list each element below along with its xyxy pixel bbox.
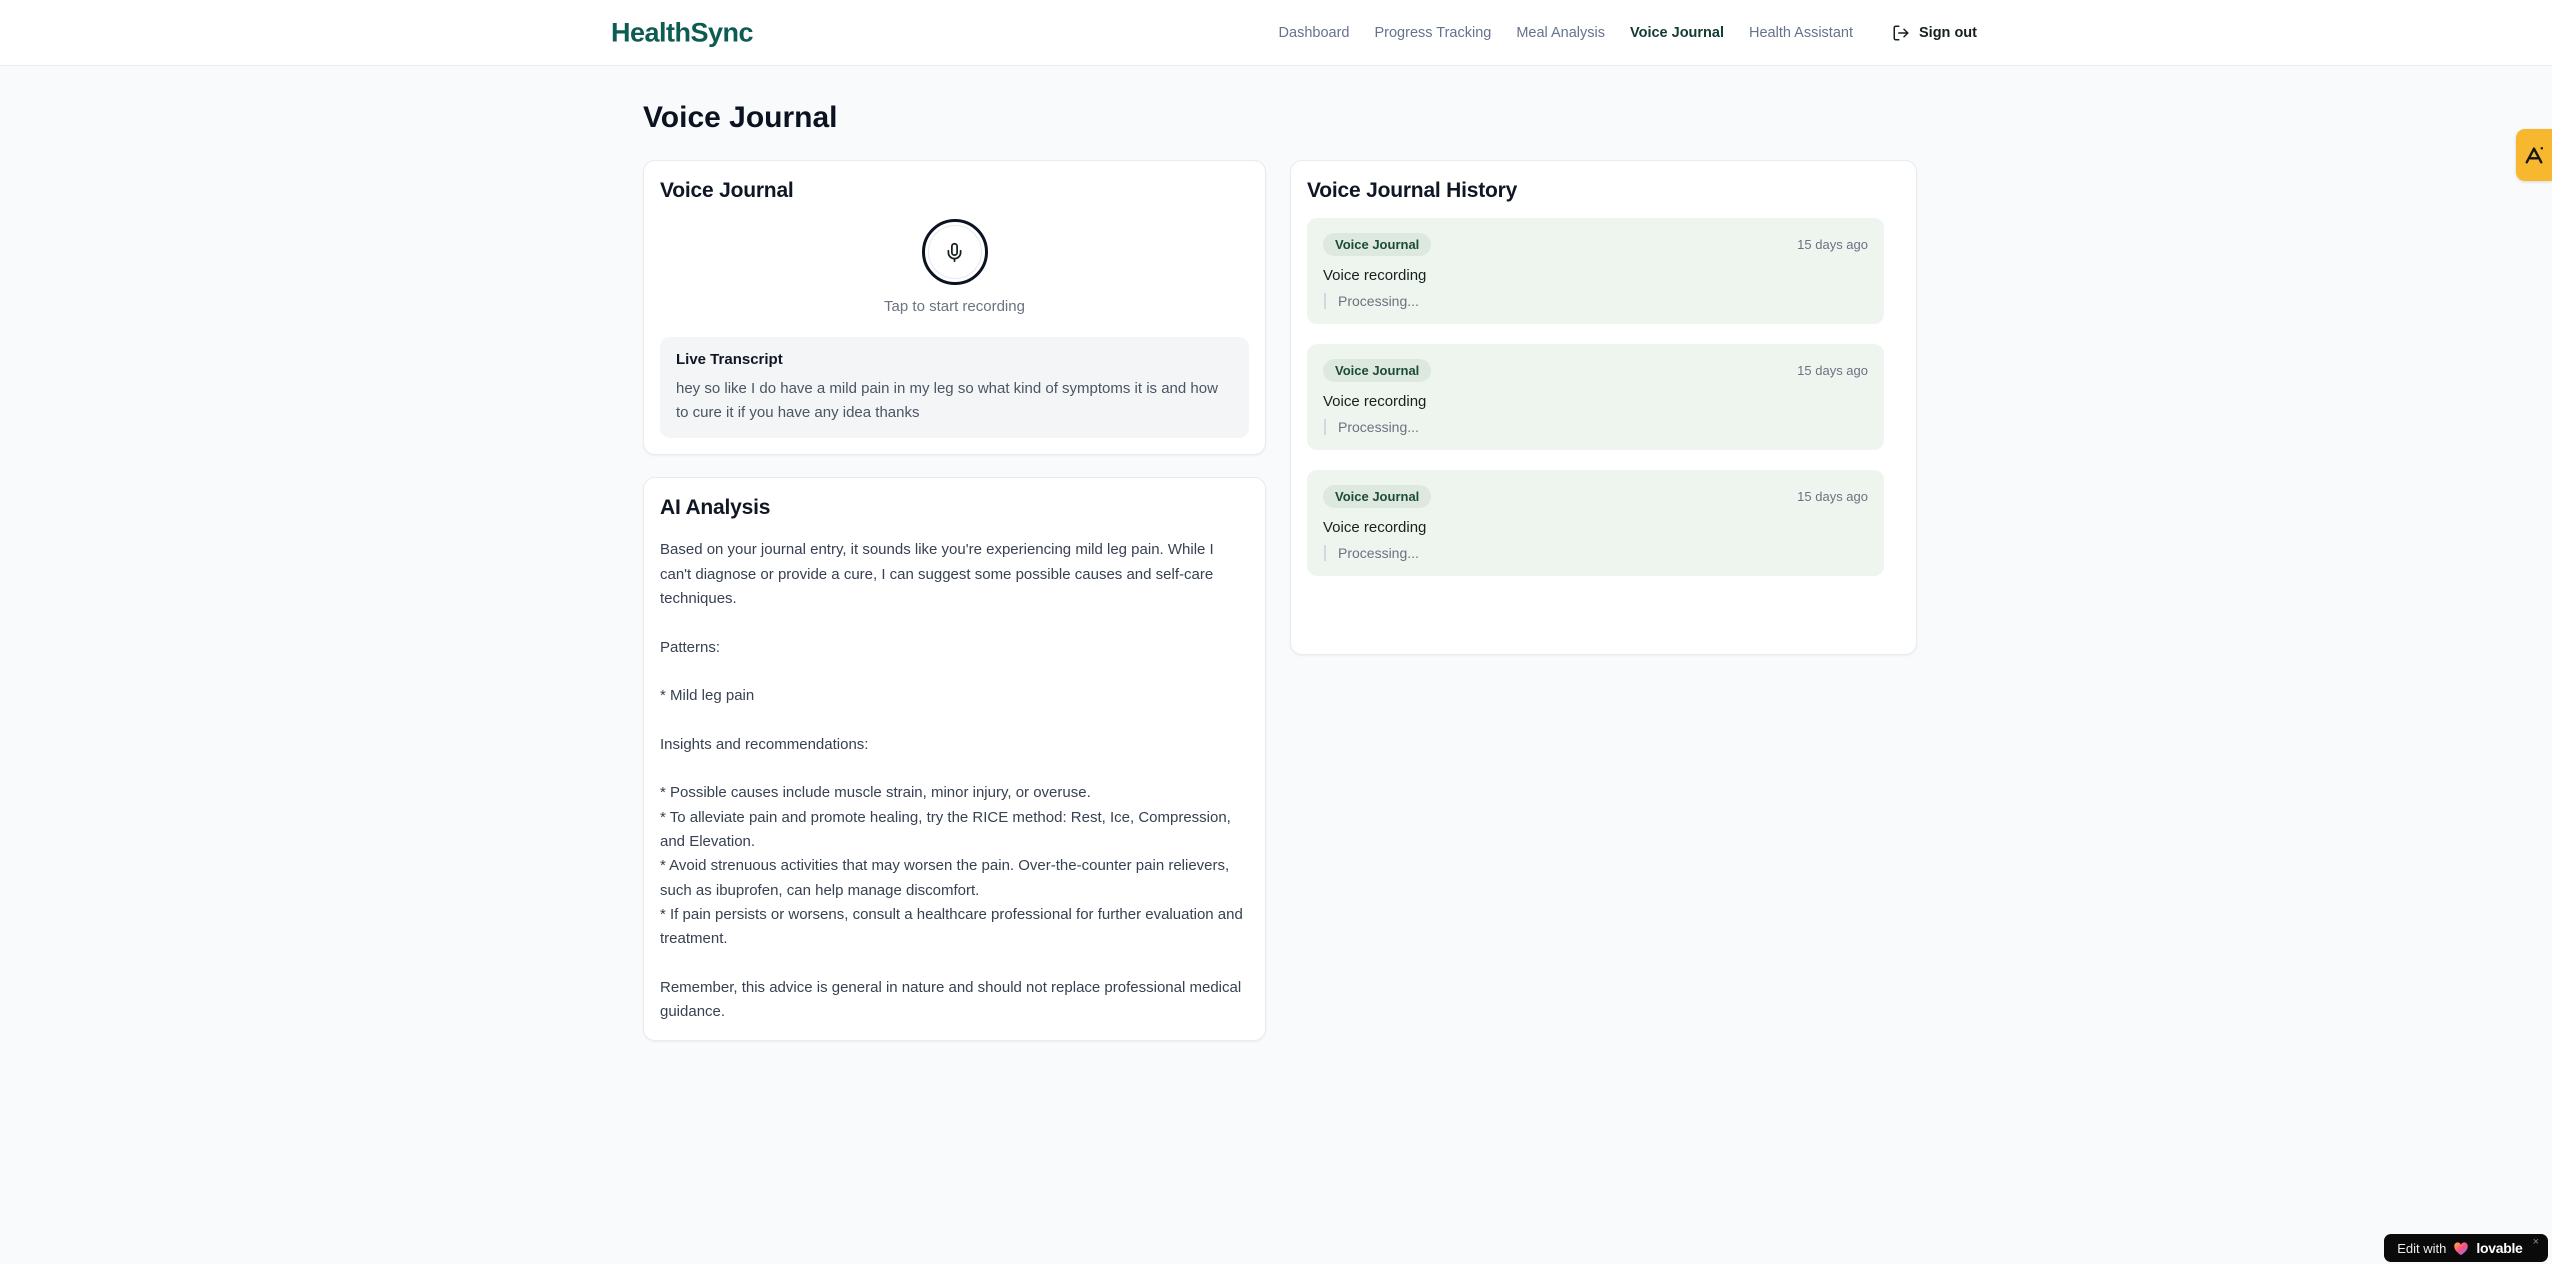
nav-item-health-assistant[interactable]: Health Assistant (1749, 25, 1853, 41)
ai-analysis-card: AI Analysis Based on your journal entry,… (643, 477, 1266, 1042)
history-entry[interactable]: Voice Journal 15 days ago Voice recordin… (1307, 470, 1884, 576)
page-title: Voice Journal (643, 101, 838, 134)
entry-type-badge: Voice Journal (1323, 359, 1432, 382)
entry-status: Processing... (1324, 419, 1868, 435)
voice-journal-history-card: Voice Journal History Voice Journal 15 d… (1290, 160, 1917, 655)
entry-title: Voice recording (1323, 267, 1427, 284)
history-list: Voice Journal 15 days ago Voice recordin… (1307, 218, 1900, 576)
nav-item-voice-journal[interactable]: Voice Journal (1630, 25, 1724, 41)
lovable-edit-badge[interactable]: Edit with lovable × (2384, 1234, 2548, 1262)
history-entry[interactable]: Voice Journal 15 days ago Voice recordin… (1307, 344, 1884, 450)
voice-journal-history-title: Voice Journal History (1307, 179, 1518, 202)
entry-type-badge: Voice Journal (1323, 485, 1432, 508)
recorder-area: Tap to start recording (660, 219, 1249, 315)
logout-icon (1892, 24, 1910, 42)
tap-to-record-hint: Tap to start recording (884, 298, 1025, 315)
nav-item-dashboard[interactable]: Dashboard (1279, 25, 1350, 41)
ai-analysis-card-title: AI Analysis (660, 496, 771, 520)
main-nav: Dashboard Progress Tracking Meal Analysi… (1279, 0, 1977, 66)
entry-status: Processing... (1324, 293, 1868, 309)
history-entry[interactable]: Voice Journal 15 days ago Voice recordin… (1307, 218, 1884, 324)
heart-icon (2453, 1241, 2469, 1256)
history-entry-header: Voice Journal 15 days ago (1323, 233, 1868, 256)
nav-item-meal-analysis[interactable]: Meal Analysis (1516, 25, 1605, 41)
left-column: Voice Journal Tap to start recording Liv… (643, 160, 1266, 1042)
live-transcript-box: Live Transcript hey so like I do have a … (660, 337, 1249, 439)
top-navbar: HealthSync Dashboard Progress Tracking M… (0, 0, 2552, 66)
record-button[interactable] (921, 219, 988, 285)
main-content: Voice Journal Voice Journal Tap to start… (643, 66, 1917, 1042)
amber-logo-icon (2523, 145, 2545, 165)
history-entry-header: Voice Journal 15 days ago (1323, 485, 1868, 508)
microphone-icon (944, 242, 965, 263)
brand-logo[interactable]: HealthSync (611, 17, 754, 48)
nav-item-progress-tracking[interactable]: Progress Tracking (1374, 25, 1491, 41)
entry-timestamp: 15 days ago (1797, 237, 1868, 252)
entry-title: Voice recording (1323, 519, 1427, 536)
content-columns: Voice Journal Tap to start recording Liv… (643, 160, 1917, 1042)
voice-journal-card: Voice Journal Tap to start recording Liv… (643, 160, 1266, 456)
entry-type-badge: Voice Journal (1323, 233, 1432, 256)
live-transcript-title: Live Transcript (676, 351, 783, 368)
lovable-prefix-label: Edit with (2397, 1240, 2447, 1256)
history-entry-header: Voice Journal 15 days ago (1323, 359, 1868, 382)
lovable-brand-label: lovable (2476, 1240, 2523, 1256)
entry-timestamp: 15 days ago (1797, 489, 1868, 504)
entry-timestamp: 15 days ago (1797, 363, 1868, 378)
side-panel-tab[interactable] (2516, 129, 2552, 181)
sign-out-button[interactable]: Sign out (1892, 24, 1977, 42)
voice-journal-card-title: Voice Journal (660, 179, 794, 202)
entry-status: Processing... (1324, 545, 1868, 561)
entry-title: Voice recording (1323, 393, 1427, 410)
ai-analysis-text: Based on your journal entry, it sounds l… (660, 541, 1243, 1021)
live-transcript-text: hey so like I do have a mild pain in my … (676, 380, 1218, 421)
close-icon[interactable]: × (2533, 1236, 2539, 1248)
sign-out-label: Sign out (1919, 25, 1977, 41)
